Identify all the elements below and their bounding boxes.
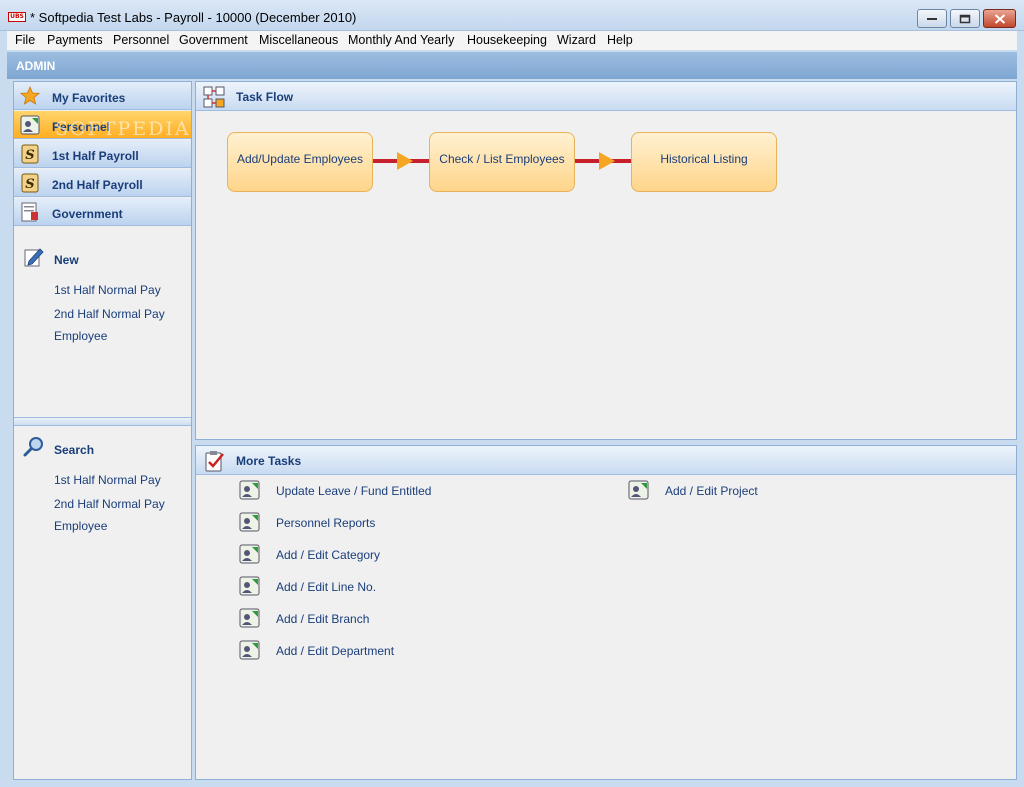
sidebar-item-2nd-half-payroll[interactable]: S 2nd Half Payroll	[14, 169, 191, 197]
task-flow-icon	[203, 86, 225, 108]
flow-arrow-icon	[397, 152, 413, 170]
dollar-icon: S	[21, 173, 39, 193]
search-icon	[23, 437, 43, 457]
menu-monthly-and-yearly[interactable]: Monthly And Yearly	[348, 33, 454, 47]
new-link-employee[interactable]: Employee	[54, 329, 107, 343]
more-tasks-title: More Tasks	[236, 454, 302, 468]
personnel-icon	[239, 512, 260, 532]
personnel-icon	[239, 640, 260, 660]
new-link-2nd-half-normal-pay[interactable]: 2nd Half Normal Pay	[54, 307, 165, 321]
user-bar: ADMIN	[7, 52, 1017, 79]
menu-bar: File Payments Personnel Government Misce…	[7, 31, 1017, 50]
menu-personnel[interactable]: Personnel	[113, 33, 169, 47]
menu-government[interactable]: Government	[179, 33, 248, 47]
sidebar-item-government[interactable]: Government	[14, 198, 191, 226]
task-flow-panel: Task Flow Add/Update Employees Check / L…	[195, 81, 1017, 440]
task-flow-header: Task Flow	[196, 82, 1016, 111]
restore-icon	[959, 14, 971, 23]
search-link-1st-half-normal-pay[interactable]: 1st Half Normal Pay	[54, 473, 161, 487]
menu-miscellaneous[interactable]: Miscellaneous	[259, 33, 338, 47]
watermark: SOFTPEDIA	[55, 118, 191, 140]
svg-text:S: S	[25, 148, 34, 163]
menu-housekeeping[interactable]: Housekeeping	[467, 33, 547, 47]
star-icon	[20, 86, 40, 105]
personnel-icon	[628, 480, 649, 500]
personnel-icon	[239, 608, 260, 628]
search-section-title: Search	[54, 443, 95, 457]
sidebar-splitter[interactable]	[14, 417, 191, 426]
menu-payments[interactable]: Payments	[47, 33, 103, 47]
user-label: ADMIN	[16, 59, 56, 73]
maximize-button[interactable]	[950, 9, 980, 28]
task-flow-title: Task Flow	[236, 90, 294, 104]
new-document-icon	[24, 248, 44, 267]
menu-help[interactable]: Help	[607, 33, 633, 47]
personnel-icon	[239, 576, 260, 596]
flow-step-add-update-employees[interactable]: Add/Update Employees	[227, 132, 373, 192]
svg-text:S: S	[25, 177, 34, 192]
sidebar-item-1st-half-payroll[interactable]: S 1st Half Payroll	[14, 140, 191, 168]
minimize-icon	[927, 17, 937, 20]
government-icon	[21, 202, 38, 222]
title-bar: UBS * Softpedia Test Labs - Payroll - 10…	[0, 0, 1024, 31]
more-tasks-header: More Tasks	[196, 446, 1016, 475]
close-button[interactable]	[983, 9, 1016, 28]
flow-step-historical-listing[interactable]: Historical Listing	[631, 132, 777, 192]
sidebar: My Favorites Personnel S 1st Half Payrol…	[13, 81, 192, 780]
personnel-icon	[20, 115, 40, 135]
personnel-icon	[239, 480, 260, 500]
search-link-2nd-half-normal-pay[interactable]: 2nd Half Normal Pay	[54, 497, 165, 511]
menu-file[interactable]: File	[15, 33, 35, 47]
clipboard-check-icon	[205, 451, 224, 472]
sidebar-item-my-favorites[interactable]: My Favorites	[14, 82, 191, 110]
new-section-title: New	[54, 253, 79, 267]
new-link-1st-half-normal-pay[interactable]: 1st Half Normal Pay	[54, 283, 161, 297]
more-tasks-panel: More Tasks Update Leave / Fund Entitled …	[195, 445, 1017, 780]
window-title: * Softpedia Test Labs - Payroll - 10000 …	[30, 10, 357, 25]
app-logo-icon: UBS	[8, 12, 26, 22]
flow-arrow-icon	[599, 152, 615, 170]
flow-step-check-list-employees[interactable]: Check / List Employees	[429, 132, 575, 192]
dollar-icon: S	[21, 144, 39, 164]
search-link-employee[interactable]: Employee	[54, 519, 107, 533]
close-icon	[994, 13, 1005, 24]
personnel-icon	[239, 544, 260, 564]
minimize-button[interactable]	[917, 9, 947, 28]
menu-wizard[interactable]: Wizard	[557, 33, 596, 47]
